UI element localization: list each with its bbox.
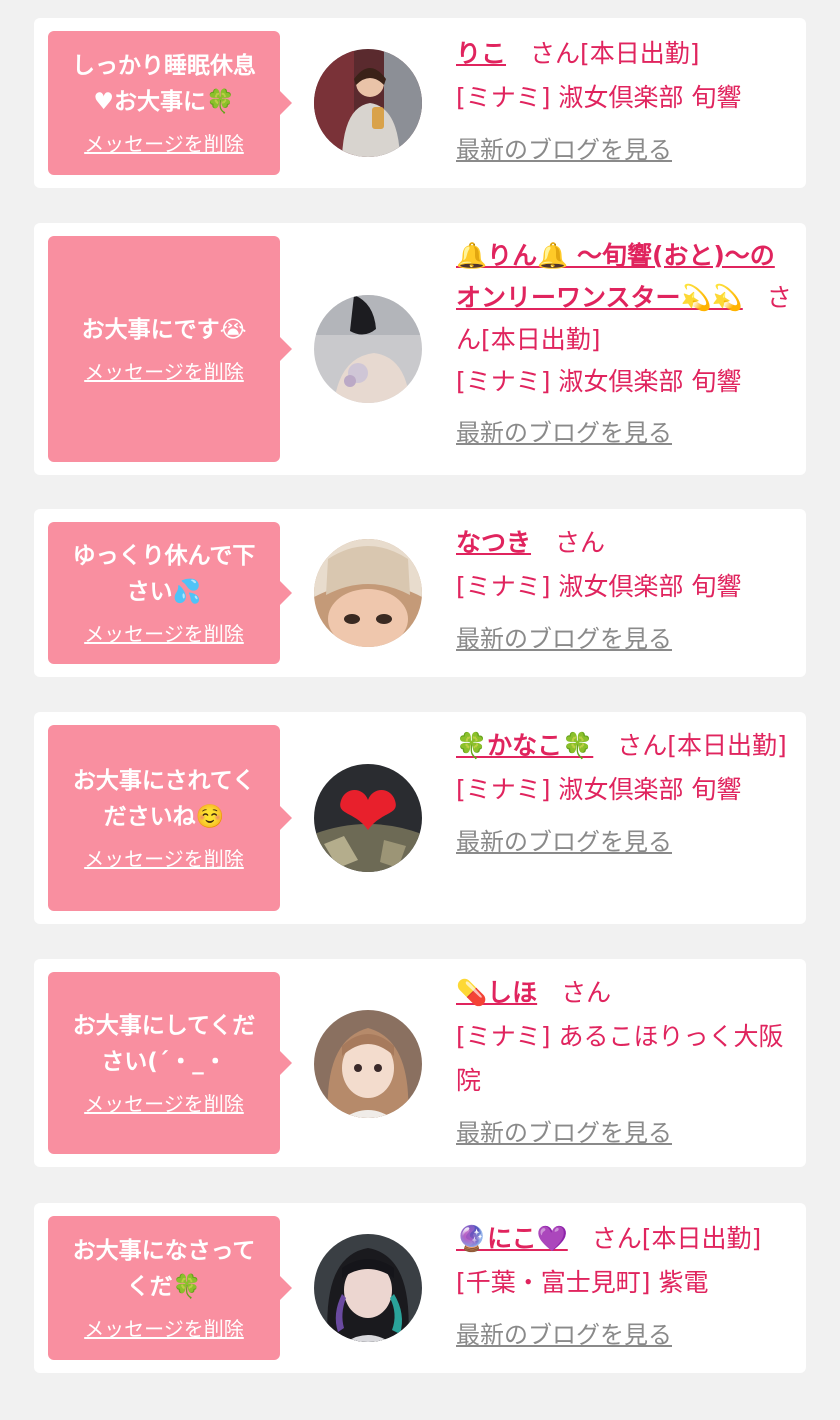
shop-name: [ミナミ] 淑女倶楽部 旬響	[456, 367, 742, 396]
avatar[interactable]	[314, 539, 422, 647]
latest-blog-link[interactable]: 最新のブログを見る	[456, 619, 672, 659]
delete-message-link[interactable]: メッセージを削除	[84, 620, 244, 648]
honorific-status: さん[本日出勤]	[617, 731, 787, 760]
cast-info: なつき さん [ミナミ] 淑女倶楽部 旬響 最新のブログを見る	[456, 521, 796, 661]
message-card: お大事にされてく ださいね☺️ メッセージを削除 🍀かなこ🍀 さん[本日出勤] […	[34, 712, 806, 924]
shop-name: [ミナミ] 淑女倶楽部 旬響	[456, 572, 742, 601]
shop-name: [ミナミ] あるこほりっく大阪院	[456, 1022, 784, 1095]
message-text: お大事にされてく ださいね☺️	[72, 768, 256, 830]
message-bubble: お大事にされてく ださいね☺️ メッセージを削除	[48, 725, 292, 911]
cast-info: 🔮にこ💜 さん[本日出勤] [千葉・富士見町] 紫電 最新のブログを見る	[456, 1217, 796, 1357]
shop-name: [千葉・富士見町] 紫電	[456, 1268, 709, 1297]
message-text: お大事になさって くだ🍀	[72, 1238, 256, 1300]
delete-message-link[interactable]: メッセージを削除	[84, 845, 244, 873]
message-card: しっかり睡眠休息 ♥お大事に🍀 メッセージを削除 りこ さん[本日出勤] [ミナミ…	[34, 18, 806, 188]
cast-name-link[interactable]: 💊しほ	[456, 978, 537, 1007]
message-card: お大事にです😭 メッセージを削除 🔔りん🔔 〜旬響(おと)〜のオンリーワンスター…	[34, 223, 806, 475]
avatar[interactable]	[314, 1234, 422, 1342]
message-card: お大事になさって くだ🍀 メッセージを削除 🔮にこ💜 さん[本日出勤] [千葉・富…	[34, 1203, 806, 1373]
cast-info: りこ さん[本日出勤] [ミナミ] 淑女倶楽部 旬響 最新のブログを見る	[456, 32, 796, 172]
cast-name-link[interactable]: なつき	[456, 528, 531, 557]
delete-message-link[interactable]: メッセージを削除	[84, 130, 244, 158]
latest-blog-link[interactable]: 最新のブログを見る	[456, 1315, 672, 1355]
message-text: お大事にしてくだ さい(´・_・	[72, 1013, 256, 1075]
avatar[interactable]	[314, 764, 422, 872]
avatar[interactable]	[314, 1010, 422, 1118]
message-bubble: しっかり睡眠休息 ♥お大事に🍀 メッセージを削除	[48, 31, 292, 175]
message-card: ゆっくり休んで下 さい💦 メッセージを削除 なつき さん [ミナミ] 淑女倶楽部 …	[34, 509, 806, 677]
honorific-status: さん	[555, 528, 606, 557]
cast-info: 🔔りん🔔 〜旬響(おと)〜のオンリーワンスター💫💫 さん[本日出勤] [ミナミ] …	[456, 235, 796, 454]
shop-name: [ミナミ] 淑女倶楽部 旬響	[456, 83, 742, 112]
message-bubble: お大事にしてくだ さい(´・_・ メッセージを削除	[48, 972, 292, 1154]
latest-blog-link[interactable]: 最新のブログを見る	[456, 130, 672, 170]
delete-message-link[interactable]: メッセージを削除	[84, 1090, 244, 1118]
honorific-status: さん[本日出勤]	[591, 1224, 762, 1253]
cast-info: 💊しほ さん [ミナミ] あるこほりっく大阪院 最新のブログを見る	[456, 971, 796, 1155]
message-card: お大事にしてくだ さい(´・_・ メッセージを削除 💊しほ さん [ミナミ] ある…	[34, 959, 806, 1167]
shop-name: [ミナミ] 淑女倶楽部 旬響	[456, 775, 742, 804]
cast-name-link[interactable]: 🔮にこ💜	[456, 1224, 568, 1253]
delete-message-link[interactable]: メッセージを削除	[84, 1315, 244, 1343]
cast-name-link[interactable]: 🍀かなこ🍀	[456, 731, 593, 760]
message-bubble: お大事にです😭 メッセージを削除	[48, 236, 292, 462]
avatar[interactable]	[314, 295, 422, 403]
message-bubble: お大事になさって くだ🍀 メッセージを削除	[48, 1216, 292, 1360]
latest-blog-link[interactable]: 最新のブログを見る	[456, 1113, 672, 1153]
message-text: ゆっくり休んで下 さい💦	[72, 543, 256, 605]
cast-name-link[interactable]: りこ	[456, 39, 506, 68]
delete-message-link[interactable]: メッセージを削除	[84, 358, 244, 386]
latest-blog-link[interactable]: 最新のブログを見る	[456, 822, 672, 862]
message-text: お大事にです😭	[81, 317, 247, 343]
message-text: しっかり睡眠休息 ♥お大事に🍀	[72, 53, 256, 115]
honorific-status: さん	[561, 978, 612, 1007]
avatar[interactable]	[314, 49, 422, 157]
cast-info: 🍀かなこ🍀 さん[本日出勤] [ミナミ] 淑女倶楽部 旬響 最新のブログを見る	[456, 724, 796, 864]
honorific-status: さん[本日出勤]	[530, 39, 700, 68]
latest-blog-link[interactable]: 最新のブログを見る	[456, 413, 672, 453]
cast-name-link[interactable]: 🔔りん🔔 〜旬響(おと)〜のオンリーワンスター💫💫	[456, 241, 775, 312]
message-bubble: ゆっくり休んで下 さい💦 メッセージを削除	[48, 522, 292, 664]
